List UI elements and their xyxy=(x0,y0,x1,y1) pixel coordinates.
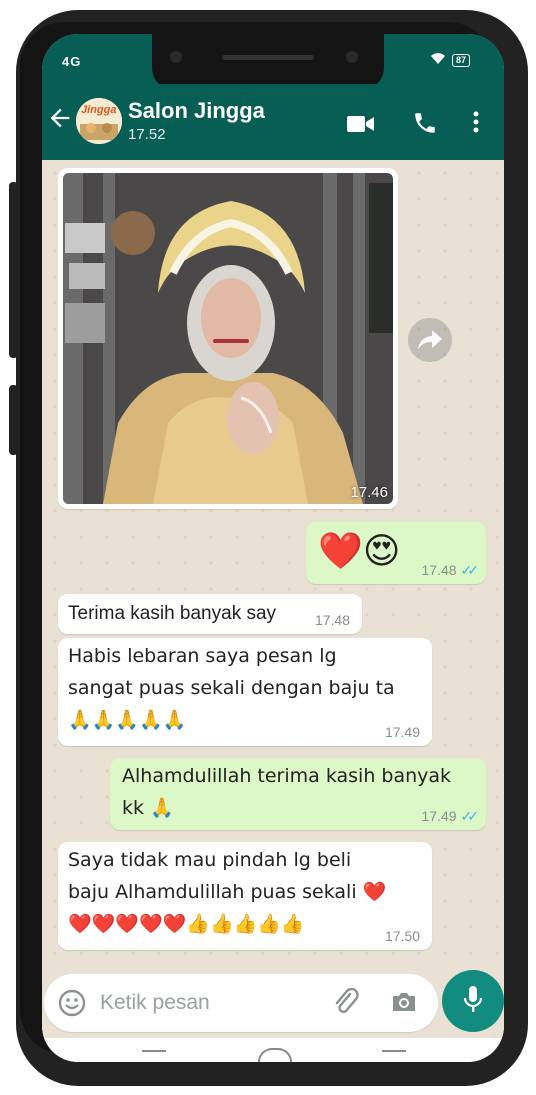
screen: 4G 87 Jingga Salon Jingga 17.52 17.46 ❤️… xyxy=(42,34,504,1062)
camera-notch xyxy=(152,34,384,90)
video-call-icon[interactable] xyxy=(347,114,375,139)
chat-header: Jingga Salon Jingga 17.52 xyxy=(42,84,504,160)
bride-photo[interactable] xyxy=(63,173,393,504)
recents-nav-icon[interactable] xyxy=(142,1050,166,1052)
read-ticks-icon: ✓✓ xyxy=(460,808,480,824)
wifi-icon xyxy=(430,52,446,68)
home-nav-icon[interactable] xyxy=(258,1048,292,1062)
message-meta: 17.48 ✓✓ xyxy=(421,562,480,578)
message-incoming[interactable]: Terima kasih banyak say 17.48 xyxy=(58,594,362,634)
read-ticks-icon: ✓✓ xyxy=(460,562,480,578)
back-nav-icon[interactable] xyxy=(382,1050,406,1052)
message-outgoing[interactable]: ❤️😍 17.48 ✓✓ xyxy=(306,522,486,584)
message-input-placeholder: Ketik pesan xyxy=(100,991,210,1014)
attach-icon[interactable] xyxy=(332,987,360,1023)
message-incoming[interactable]: Habis lebaran saya pesan lg sangat puas … xyxy=(58,638,432,746)
last-seen: 17.52 xyxy=(128,126,166,143)
chat-area[interactable]: 17.46 ❤️😍 17.48 ✓✓ Terima kasih banyak s… xyxy=(42,160,504,970)
message-text: Saya tidak mau pindah lg beli baju Alham… xyxy=(68,849,387,935)
message-meta: 17.50 xyxy=(385,928,420,944)
sensor xyxy=(346,51,358,63)
message-time: 17.49 xyxy=(421,808,457,824)
forward-icon[interactable] xyxy=(408,318,452,362)
contact-name[interactable]: Salon Jingga xyxy=(128,98,265,124)
system-nav-bar xyxy=(42,1038,504,1062)
avatar[interactable]: Jingga xyxy=(76,98,122,144)
status-icons: 87 xyxy=(430,52,470,68)
image-message[interactable]: 17.46 xyxy=(58,168,398,509)
message-meta: 17.48 xyxy=(315,612,350,628)
message-time: 17.49 xyxy=(384,724,420,740)
network-indicator: 4G xyxy=(62,54,82,69)
message-meta: 17.49 ✓✓ xyxy=(421,808,480,824)
camera-icon[interactable] xyxy=(390,990,418,1019)
message-text: ❤️😍 xyxy=(318,531,401,572)
message-time: 17.50 xyxy=(384,928,420,944)
front-camera xyxy=(170,51,182,63)
avatar-logo-text: Jingga xyxy=(81,104,117,116)
mic-icon xyxy=(463,985,483,1018)
battery-indicator: 87 xyxy=(451,53,470,67)
message-text: Habis lebaran saya pesan lg sangat puas … xyxy=(68,645,395,731)
phone-icon[interactable] xyxy=(412,110,438,141)
message-time: 17.46 xyxy=(350,484,388,501)
more-icon[interactable] xyxy=(472,110,480,139)
message-time: 17.48 xyxy=(421,562,457,578)
composer-bar: Ketik pesan xyxy=(42,970,504,1038)
message-text: Terima kasih banyak say xyxy=(68,603,277,624)
emoji-icon[interactable] xyxy=(58,989,86,1022)
message-input[interactable]: Ketik pesan xyxy=(44,974,438,1032)
mic-button[interactable] xyxy=(442,970,504,1032)
earpiece-speaker xyxy=(222,55,314,60)
message-time: 17.48 xyxy=(314,612,350,628)
back-arrow-icon[interactable] xyxy=(46,104,74,132)
message-meta: 17.49 xyxy=(385,724,420,740)
message-incoming[interactable]: Saya tidak mau pindah lg beli baju Alham… xyxy=(58,842,432,950)
message-outgoing[interactable]: Alhamdulillah terima kasih banyak kk 🙏 1… xyxy=(110,758,486,830)
